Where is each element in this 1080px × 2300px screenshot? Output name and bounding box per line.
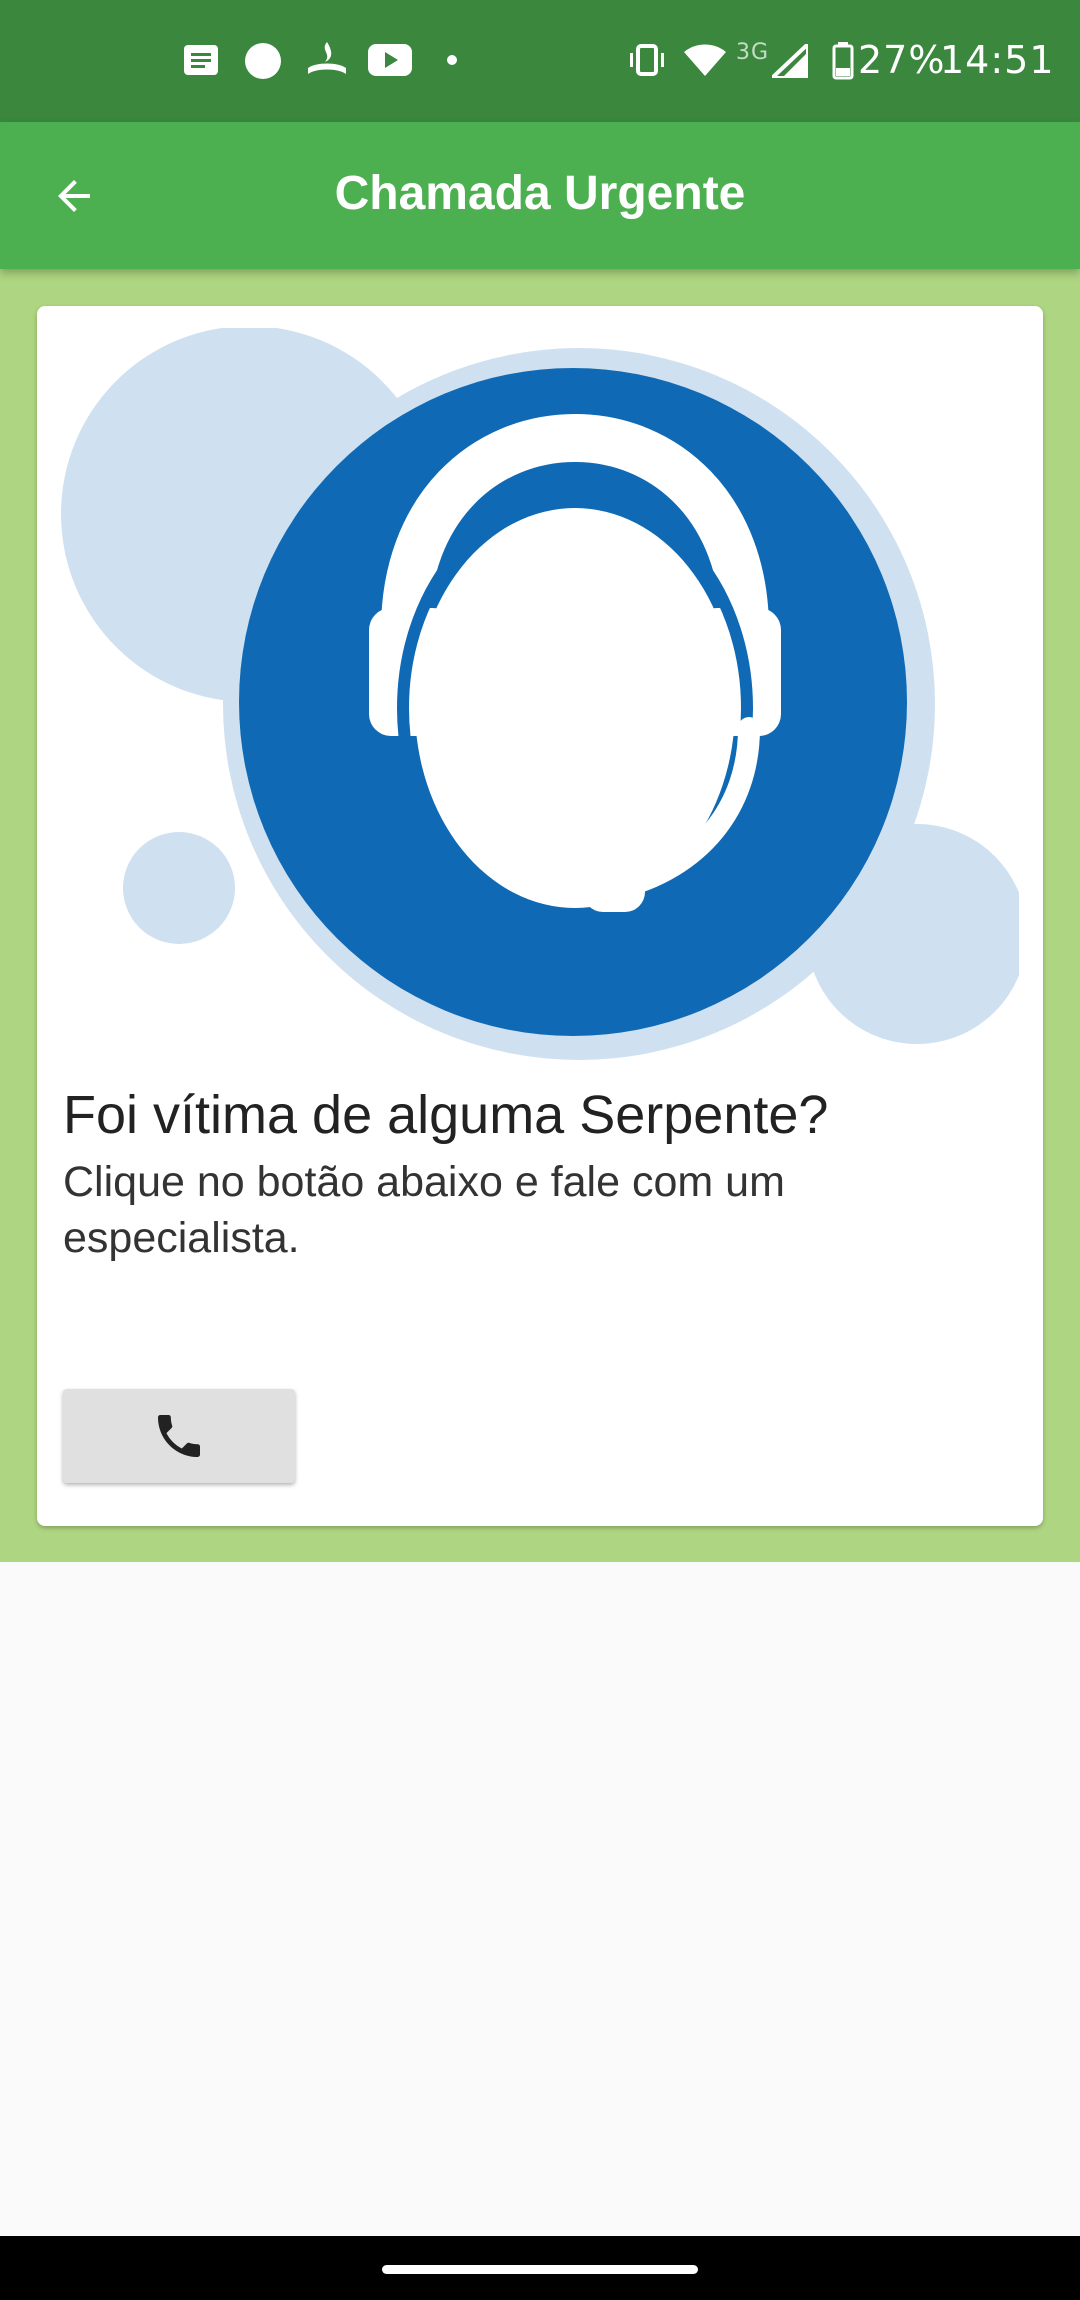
- card-description: Clique no botão abaixo e fale com um esp…: [63, 1158, 785, 1262]
- battery-icon: [832, 42, 854, 80]
- dot-icon: [447, 55, 457, 65]
- santander-icon: [308, 42, 346, 74]
- navigation-bar: [0, 2236, 1080, 2300]
- home-handle[interactable]: [382, 2265, 698, 2274]
- network-type: 3G: [736, 40, 770, 65]
- notification-icon: [184, 45, 218, 75]
- status-bar: 3G 27% 14:51: [0, 0, 1080, 122]
- clock: 14:51: [940, 38, 1055, 82]
- battery-percent: 27%: [858, 38, 946, 82]
- support-headset-icon: [61, 328, 1019, 1060]
- youtube-icon: [368, 44, 412, 76]
- signal-icon: [772, 44, 808, 78]
- call-button[interactable]: [63, 1389, 295, 1483]
- wifi-icon: [684, 44, 726, 76]
- urgent-call-card: Foi vítima de alguma Serpente? Clique no…: [37, 306, 1043, 1526]
- page-title: Chamada Urgente: [334, 167, 746, 220]
- phone-icon: [158, 1415, 200, 1457]
- vibrate-icon: [630, 44, 664, 76]
- app-bar: Chamada Urgente: [0, 122, 1080, 269]
- circle-icon: [245, 43, 281, 79]
- card-heading: Foi vítima de alguma Serpente?: [63, 1085, 829, 1145]
